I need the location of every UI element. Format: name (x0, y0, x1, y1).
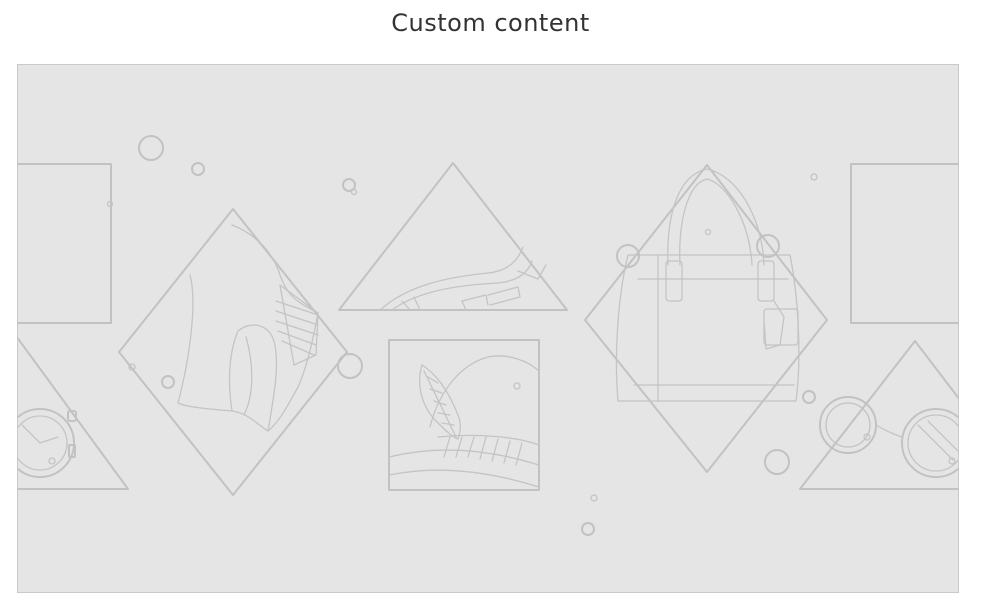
handbag-icon (584, 164, 828, 473)
circle-decor-icon (764, 449, 790, 475)
circle-decor-icon (350, 188, 358, 196)
page-title: Custom content (391, 9, 590, 37)
circle-decor-icon (810, 173, 818, 181)
page: Custom content (0, 0, 981, 612)
circle-decor-icon (590, 494, 598, 502)
hat-icon (388, 339, 540, 491)
circle-decor-icon (802, 390, 816, 404)
fashion-illustration (18, 135, 958, 536)
jeans-icon (338, 162, 568, 311)
circle-decor-icon (138, 135, 164, 161)
circle-decor-icon (704, 228, 712, 236)
boot-icon (118, 208, 348, 496)
custom-content-panel (17, 64, 959, 593)
circle-decor-icon (161, 375, 175, 389)
circle-decor-icon (191, 162, 205, 176)
eyeglasses-icon (799, 340, 958, 490)
decorative-circles (106, 135, 818, 536)
circle-decor-icon (513, 382, 521, 390)
watch-icon (18, 336, 129, 490)
frame-square-left (18, 163, 112, 324)
circle-decor-icon (581, 522, 595, 536)
frame-square-right (850, 163, 958, 324)
